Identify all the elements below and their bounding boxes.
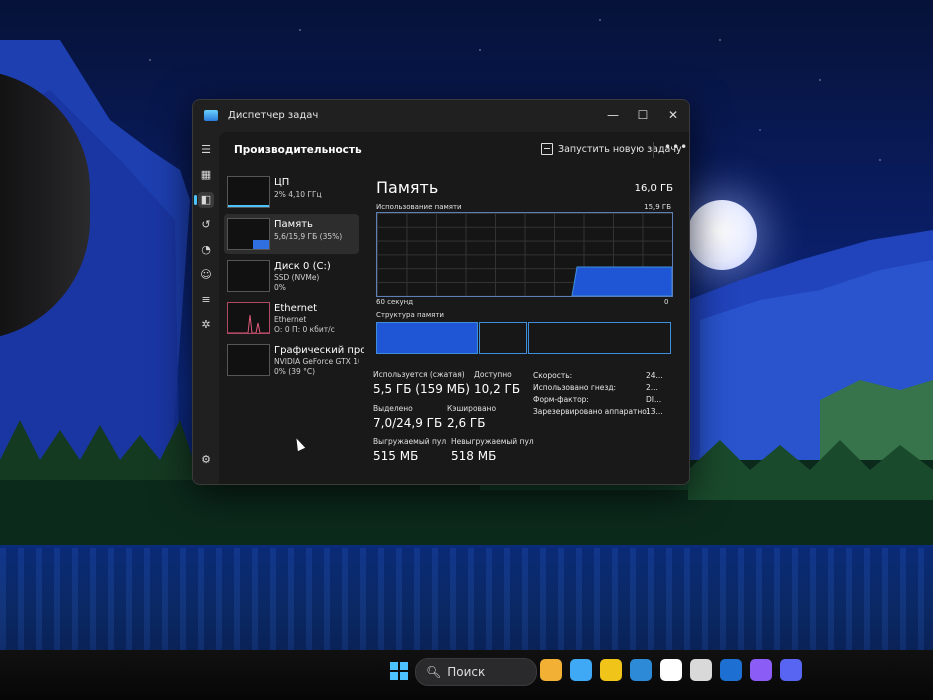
resource-name: ЦП (274, 177, 290, 188)
resource-name: Диск 0 (C:) (274, 261, 331, 272)
taskbar-app-icon[interactable] (750, 659, 772, 681)
usage-graph-max: 15,9 ГБ (644, 203, 671, 211)
taskbar-app-icon[interactable] (600, 659, 622, 681)
resource-item-disk[interactable]: Диск 0 (C:) SSD (NVMe) 0% (224, 256, 359, 296)
title-bar[interactable]: Диспетчер задач — ☐ ✕ (193, 100, 689, 132)
start-button[interactable] (390, 662, 408, 680)
users-icon[interactable]: ☺ (198, 267, 214, 283)
taskbar-app-icon[interactable] (690, 659, 712, 681)
task-manager-app-icon (204, 110, 218, 121)
resource-item-memory[interactable]: Память 5,6/15,9 ГБ (35%) (224, 214, 359, 254)
taskbar-app-icon[interactable] (780, 659, 802, 681)
resource-detail-2: 0% (274, 283, 286, 292)
window-title: Диспетчер задач (228, 110, 319, 121)
available-value: 10,2 ГБ (474, 382, 521, 396)
resource-item-gpu[interactable]: Графический про NVIDIA GeForce GTX 10 0%… (224, 340, 364, 380)
property-key: Зарезервировано аппаратно: (533, 407, 650, 416)
navigation-rail: ☰ ▦ ◧ ↺ ◔ ☺ ≡ ✲ ⚙ (193, 132, 219, 484)
taskbar-app-icon[interactable] (540, 659, 562, 681)
graph-time-right: 0 (664, 298, 669, 306)
processes-icon[interactable]: ▦ (198, 167, 214, 183)
structure-label: Структура памяти (376, 311, 444, 319)
structure-free (528, 322, 671, 354)
nonpaged-pool-value: 518 МБ (451, 449, 497, 463)
resource-name: Ethernet (274, 303, 318, 314)
paged-pool-label: Выгружаемый пул (373, 437, 447, 446)
usage-graph-label: Использование памяти (376, 203, 462, 211)
lake-reflection (0, 548, 933, 658)
in-use-label: Используется (сжатая) (373, 370, 465, 379)
structure-modified (479, 322, 527, 354)
committed-label: Выделено (373, 404, 413, 413)
close-button[interactable]: ✕ (658, 104, 688, 126)
property-key: Использовано гнезд: (533, 383, 617, 392)
taskbar-app-icon[interactable] (570, 659, 592, 681)
property-value: 24... (646, 371, 663, 380)
property-key: Форм-фактор: (533, 395, 589, 404)
gpu-thumbnail (227, 344, 270, 376)
property-value: 2... (646, 383, 658, 392)
cached-value: 2,6 ГБ (447, 416, 486, 430)
paged-pool-value: 515 МБ (373, 449, 419, 463)
task-manager-window: Диспетчер задач — ☐ ✕ ☰ ▦ ◧ ↺ ◔ ☺ ≡ ✲ ⚙ … (192, 99, 690, 485)
resource-list: ЦП 2% 4,10 ГГц Память 5,6/15,9 ГБ (35%) … (224, 172, 364, 382)
ethernet-thumbnail (227, 302, 270, 334)
search-icon: 🔍︎ (426, 665, 442, 679)
property-key: Скорость: (533, 371, 573, 380)
details-icon[interactable]: ≡ (198, 292, 214, 308)
committed-value: 7,0/24,9 ГБ (373, 416, 443, 430)
taskbar-app-icon[interactable] (660, 659, 682, 681)
page-title: Производительность (234, 144, 362, 156)
menu-icon[interactable]: ☰ (198, 142, 214, 158)
memory-usage-graph (376, 212, 673, 297)
memory-total: 16,0 ГБ (634, 183, 673, 194)
detail-title: Память (376, 178, 439, 197)
resource-detail: NVIDIA GeForce GTX 10 (274, 357, 359, 366)
ethernet-sparkline (228, 314, 269, 333)
memory-detail-panel: Память 16,0 ГБ Использование памяти 15,9… (371, 132, 689, 484)
main-content: Производительность Запустить новую задач… (219, 132, 689, 484)
resource-detail-2: 0% (39 °C) (274, 367, 316, 376)
memory-usage-area (571, 266, 672, 296)
structure-in-use (376, 322, 478, 354)
property-value: 13... (646, 407, 663, 416)
disk-thumbnail (227, 260, 270, 292)
nonpaged-pool-label: Невыгружаемый пул (451, 437, 534, 446)
performance-icon[interactable]: ◧ (194, 192, 214, 208)
resource-name: Память (274, 219, 313, 230)
resource-item-cpu[interactable]: ЦП 2% 4,10 ГГц (224, 172, 359, 212)
maximize-button[interactable]: ☐ (628, 104, 658, 126)
resource-detail: SSD (NVMe) (274, 273, 320, 282)
resource-detail: Ethernet (274, 315, 307, 324)
taskbar-apps (540, 659, 802, 681)
memory-usage-plot (571, 266, 672, 296)
resource-detail: 5,6/15,9 ГБ (35%) (274, 232, 343, 241)
available-label: Доступно (474, 370, 512, 379)
cpu-thumbnail (227, 176, 270, 208)
history-icon[interactable]: ↺ (198, 217, 214, 233)
taskbar: 🔍︎ Поиск (0, 650, 933, 700)
taskbar-app-icon[interactable] (630, 659, 652, 681)
taskbar-search[interactable]: 🔍︎ Поиск (415, 658, 537, 686)
taskbar-app-icon[interactable] (720, 659, 742, 681)
property-value: DI... (646, 395, 662, 404)
services-icon[interactable]: ✲ (198, 317, 214, 333)
search-placeholder: Поиск (447, 665, 486, 679)
resource-item-ethernet[interactable]: Ethernet Ethernet О: 0 П: 0 кбит/с (224, 298, 359, 338)
memory-thumbnail (227, 218, 270, 250)
resource-detail-2: О: 0 П: 0 кбит/с (274, 325, 335, 334)
startup-icon[interactable]: ◔ (198, 242, 214, 258)
memory-structure-bar (376, 322, 671, 354)
resource-name: Графический про (274, 345, 364, 356)
settings-icon[interactable]: ⚙ (198, 452, 214, 468)
resource-detail: 2% 4,10 ГГц (274, 190, 322, 199)
in-use-value: 5,5 ГБ (159 МБ) (373, 382, 470, 396)
minimize-button[interactable]: — (598, 104, 628, 126)
cached-label: Кэшировано (447, 404, 497, 413)
graph-time-left: 60 секунд (376, 298, 414, 306)
